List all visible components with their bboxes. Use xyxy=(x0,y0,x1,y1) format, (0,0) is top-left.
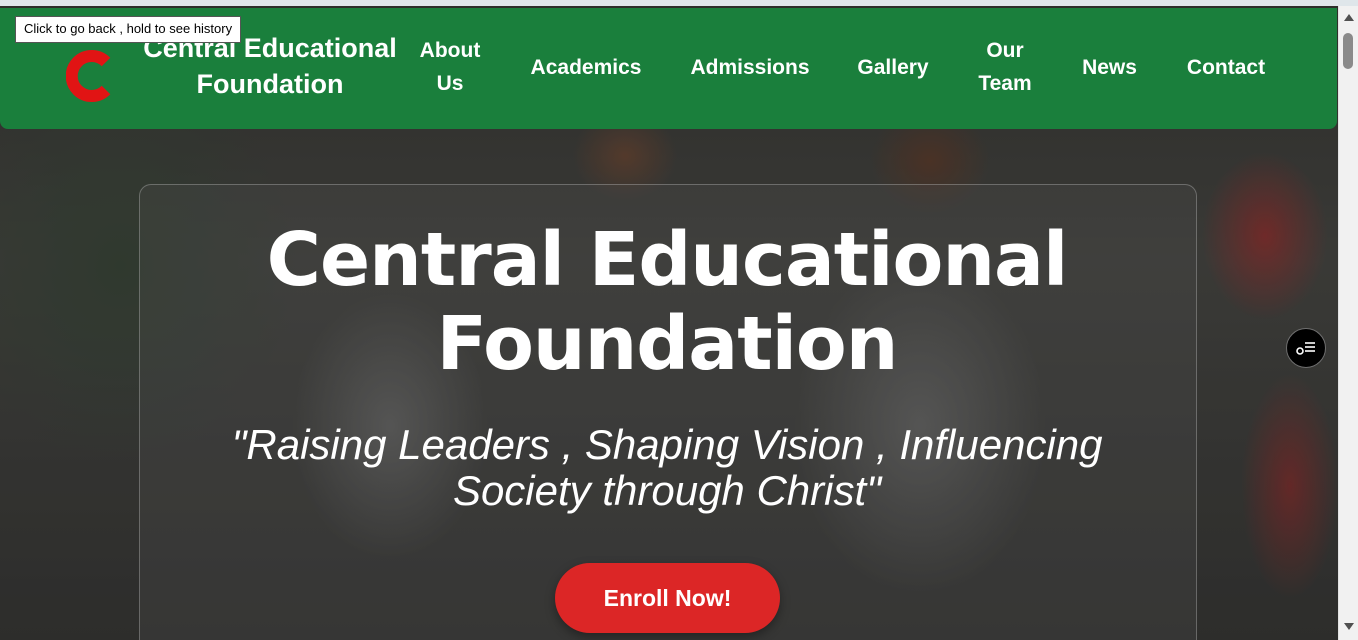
nav-about-line2: Us xyxy=(436,72,464,95)
nav-gallery[interactable]: Gallery xyxy=(852,51,934,84)
nav-our-team[interactable]: Our Team xyxy=(972,34,1038,100)
list-settings-button[interactable] xyxy=(1286,328,1326,368)
nav-about-us[interactable]: About Us xyxy=(412,34,488,100)
brand-line2: Foundation xyxy=(196,69,344,99)
nav-admissions[interactable]: Admissions xyxy=(686,51,814,84)
nav-our-team-line2: Team xyxy=(978,72,1032,95)
hero-tagline-line2: Society through Christ" xyxy=(452,467,882,514)
scroll-down-arrow-icon[interactable] xyxy=(1344,623,1354,630)
nav-our-team-line1: Our xyxy=(986,39,1024,62)
nav-contact[interactable]: Contact xyxy=(1181,51,1271,84)
hero-title-line1: Central Educational xyxy=(266,217,1069,303)
nav-news[interactable]: News xyxy=(1076,51,1143,84)
enroll-now-button[interactable]: Enroll Now! xyxy=(555,563,780,633)
hero-title-line2: Foundation xyxy=(436,301,899,387)
page-scrollbar[interactable] xyxy=(1338,6,1358,640)
list-settings-icon xyxy=(1296,342,1315,355)
scroll-thumb[interactable] xyxy=(1343,33,1353,69)
hero-title: Central Educational Foundation xyxy=(139,218,1195,386)
c-letter-logo[interactable] xyxy=(66,50,114,102)
nav-academics[interactable]: Academics xyxy=(524,51,648,84)
hero-tagline-line1: "Raising Leaders , Shaping Vision , Infl… xyxy=(231,421,1103,468)
scroll-up-arrow-icon[interactable] xyxy=(1344,14,1354,21)
hero-tagline: "Raising Leaders , Shaping Vision , Infl… xyxy=(160,422,1174,514)
nav-about-line1: About xyxy=(419,39,481,62)
back-button-tooltip: Click to go back , hold to see history xyxy=(15,16,242,43)
